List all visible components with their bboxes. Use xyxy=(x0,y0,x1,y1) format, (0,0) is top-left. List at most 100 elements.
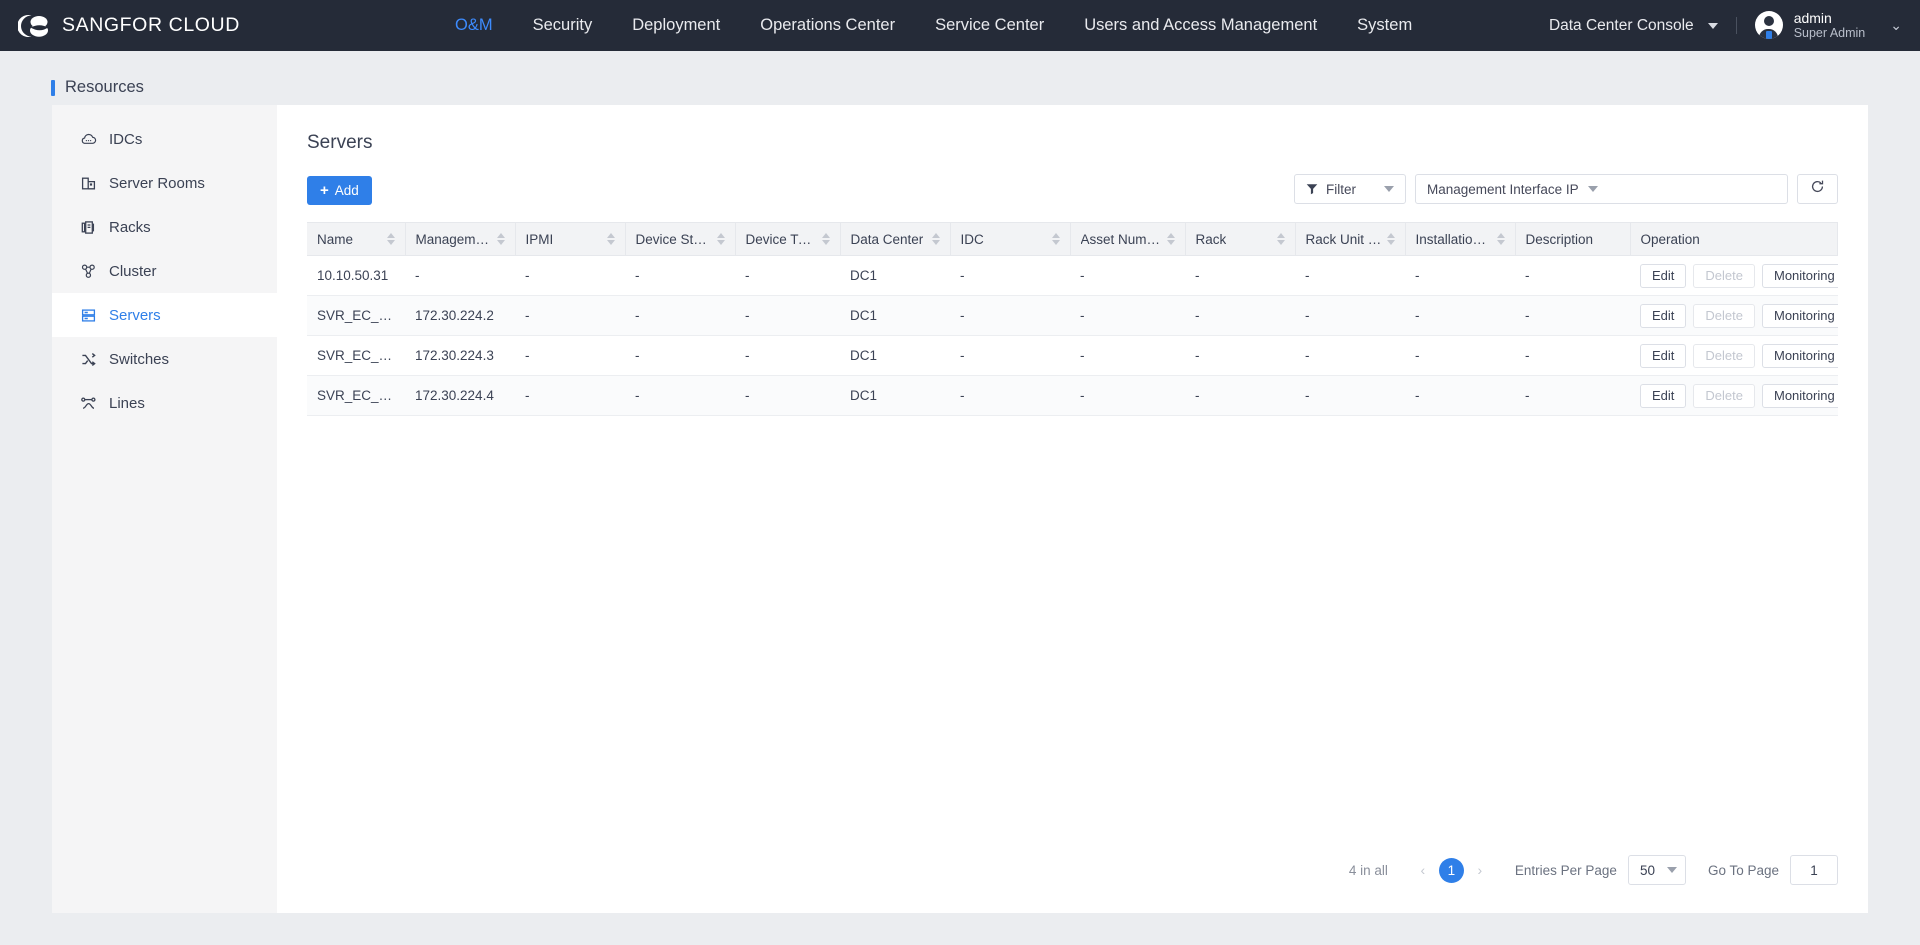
monitoring-button[interactable]: Monitoring xyxy=(1761,383,1838,408)
cell-name[interactable]: SVR_EC_Man... xyxy=(307,375,405,416)
chevron-down-icon xyxy=(1384,186,1394,192)
toolbar-right: Filter Management Interface IP xyxy=(1294,174,1838,204)
cell-name[interactable]: SVR_EC_Man... xyxy=(307,335,405,376)
cell-rack: - xyxy=(1185,375,1295,416)
sidebar-item-cluster[interactable]: Cluster xyxy=(52,249,277,293)
sidebar-item-racks[interactable]: Racks xyxy=(52,205,277,249)
content-layout: IDCs Server Rooms Racks Cluster Servers … xyxy=(52,105,1868,913)
page-body: Resources IDCs Server Rooms Racks Cluste… xyxy=(0,51,1920,945)
cell-device-status: - xyxy=(625,295,735,336)
cell-asset-number: - xyxy=(1070,255,1185,296)
content-title: Servers xyxy=(307,132,373,153)
sidebar-item-server-rooms[interactable]: Server Rooms xyxy=(52,161,277,205)
avatar xyxy=(1754,11,1783,40)
sort-toggle-icon[interactable] xyxy=(1166,233,1175,245)
user-menu[interactable]: admin Super Admin ⌄ xyxy=(1754,10,1902,41)
cell-device-type: - xyxy=(735,375,840,416)
chevron-right-icon[interactable]: › xyxy=(1467,862,1493,878)
cell-asset-number: - xyxy=(1070,295,1185,336)
cell-ipmi: - xyxy=(515,375,625,416)
nav-item-system[interactable]: System xyxy=(1357,0,1412,51)
sort-toggle-icon[interactable] xyxy=(1386,233,1395,245)
table-row[interactable]: SVR_EC_Man... 172.30.224.2 - - - DC1 - -… xyxy=(307,295,1838,336)
nav-item-om[interactable]: O&M xyxy=(455,0,493,51)
sidebar-item-idcs[interactable]: IDCs xyxy=(52,117,277,161)
search-field-dropdown[interactable]: Management Interface IP xyxy=(1416,175,1608,203)
brand-logo-area[interactable]: SANGFOR CLOUD xyxy=(0,11,240,41)
edit-button[interactable]: Edit xyxy=(1640,303,1687,328)
table-row[interactable]: 10.10.50.31 - - - - DC1 - - - - - - Edit… xyxy=(307,255,1838,296)
column-header-rack[interactable]: Rack xyxy=(1185,222,1296,256)
monitoring-button[interactable]: Monitoring xyxy=(1761,343,1838,368)
sidebar-item-lines[interactable]: Lines xyxy=(52,381,277,425)
pagination-total: 4 in all xyxy=(1348,862,1388,878)
cell-rack: - xyxy=(1185,255,1295,296)
edit-button[interactable]: Edit xyxy=(1640,343,1687,368)
cell-name[interactable]: SVR_EC_Man... xyxy=(307,295,405,336)
column-header-installation-time[interactable]: Installation Ti... xyxy=(1405,222,1516,256)
sort-toggle-icon[interactable] xyxy=(386,233,395,245)
sort-toggle-icon[interactable] xyxy=(606,233,615,245)
column-header-device-type[interactable]: Device Type xyxy=(735,222,841,256)
nav-item-users-and-access-management[interactable]: Users and Access Management xyxy=(1084,0,1317,51)
column-header-data-center[interactable]: Data Center xyxy=(840,222,951,256)
servers-table: Name Management... IPMI Device Status De… xyxy=(307,222,1838,416)
sort-toggle-icon[interactable] xyxy=(1051,233,1060,245)
sort-toggle-icon[interactable] xyxy=(496,233,505,245)
delete-button: Delete xyxy=(1693,263,1755,288)
table-row[interactable]: SVR_EC_Man... 172.30.224.4 - - - DC1 - -… xyxy=(307,375,1838,416)
column-header-management-ip[interactable]: Management... xyxy=(405,222,516,256)
plus-icon: + xyxy=(320,182,329,199)
sort-toggle-icon[interactable] xyxy=(1276,233,1285,245)
column-header-operation: Operation xyxy=(1630,222,1838,256)
entries-per-page-select[interactable]: 50 xyxy=(1627,855,1686,885)
nav-item-security[interactable]: Security xyxy=(533,0,593,51)
pagination-page-1[interactable]: 1 xyxy=(1438,857,1464,883)
add-button[interactable]: + Add xyxy=(307,176,372,205)
column-header-asset-number[interactable]: Asset Number xyxy=(1070,222,1186,256)
search-input[interactable] xyxy=(1607,175,1787,203)
delete-button: Delete xyxy=(1693,383,1755,408)
go-to-page-input[interactable] xyxy=(1790,855,1838,885)
toolbar: + Add Filter Management Interface IP xyxy=(307,174,1838,207)
cell-name[interactable]: 10.10.50.31 xyxy=(307,255,405,296)
filter-dropdown[interactable]: Filter xyxy=(1294,174,1406,204)
nav-item-service-center[interactable]: Service Center xyxy=(935,0,1044,51)
sidebar-item-label: Server Rooms xyxy=(109,174,205,192)
edit-button[interactable]: Edit xyxy=(1640,263,1687,288)
cell-ipmi: - xyxy=(515,335,625,376)
page-title: Resources xyxy=(65,78,144,96)
sort-toggle-icon[interactable] xyxy=(1496,233,1505,245)
refresh-button[interactable] xyxy=(1797,174,1838,204)
cell-idc: - xyxy=(950,295,1070,336)
monitoring-button[interactable]: Monitoring xyxy=(1761,263,1838,288)
chevron-down-icon xyxy=(1666,867,1677,873)
console-switcher[interactable]: Data Center Console xyxy=(1549,17,1736,35)
user-name: admin xyxy=(1793,9,1832,26)
column-header-idc[interactable]: IDC xyxy=(950,222,1071,256)
sidebar-item-switches[interactable]: Switches xyxy=(52,337,277,381)
edit-button[interactable]: Edit xyxy=(1640,383,1687,408)
column-header-rack-unit-location[interactable]: Rack Unit Lo... xyxy=(1295,222,1406,256)
cell-rack: - xyxy=(1185,335,1295,376)
breadcrumb: Resources xyxy=(0,51,1920,105)
nav-item-deployment[interactable]: Deployment xyxy=(632,0,720,51)
sort-toggle-icon[interactable] xyxy=(931,233,940,245)
cell-data-center: DC1 xyxy=(840,255,950,296)
cell-operation: Edit Delete Monitoring xyxy=(1630,375,1838,416)
table-row[interactable]: SVR_EC_Man... 172.30.224.3 - - - DC1 - -… xyxy=(307,335,1838,376)
column-header-device-status[interactable]: Device Status xyxy=(625,222,736,256)
column-header-name[interactable]: Name xyxy=(307,222,406,256)
nav-item-operations-center[interactable]: Operations Center xyxy=(760,0,895,51)
cell-ipmi: - xyxy=(515,295,625,336)
sidebar-item-servers[interactable]: Servers xyxy=(52,293,277,337)
breadcrumb-accent-bar xyxy=(51,79,55,96)
chevron-left-icon[interactable]: ‹ xyxy=(1410,862,1436,878)
sort-toggle-icon[interactable] xyxy=(716,233,725,245)
user-texts: admin Super Admin xyxy=(1794,10,1866,41)
monitoring-button[interactable]: Monitoring xyxy=(1761,303,1838,328)
cell-device-type: - xyxy=(735,335,840,376)
refresh-icon xyxy=(1810,179,1825,199)
sort-toggle-icon[interactable] xyxy=(821,233,830,245)
column-header-ipmi[interactable]: IPMI xyxy=(515,222,626,256)
